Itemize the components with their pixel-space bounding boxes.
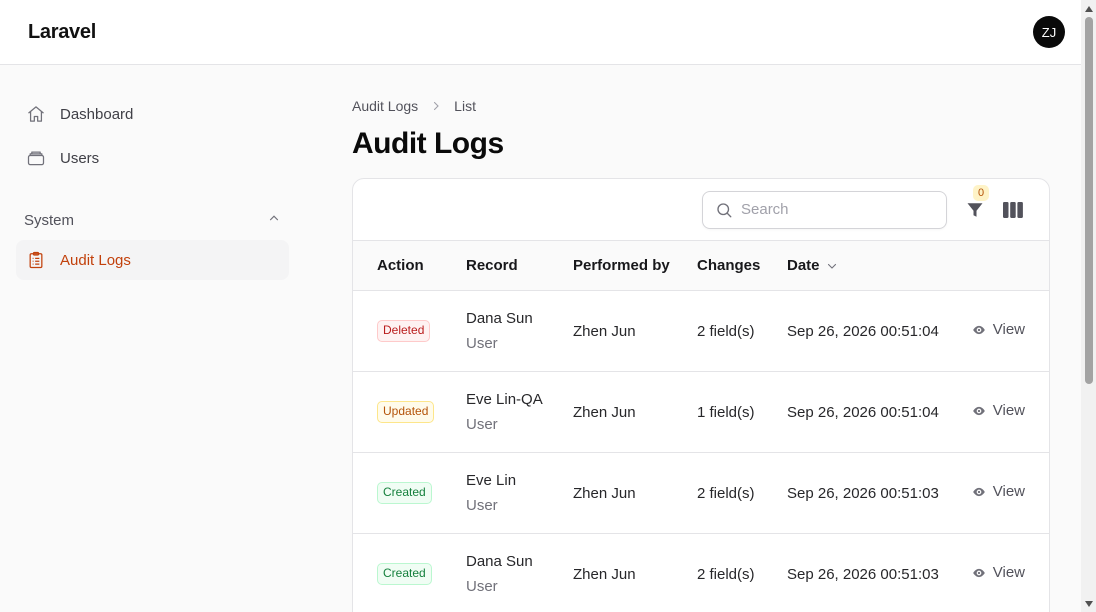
- breadcrumb: Audit Logs List: [352, 96, 1050, 116]
- breadcrumb-list: List: [454, 98, 476, 114]
- column-header-date[interactable]: Date: [787, 241, 967, 291]
- log-date: Sep 26, 2026 00:51:04: [787, 322, 939, 340]
- column-header-actions: [967, 241, 1049, 291]
- table-toolbar: 0: [353, 179, 1049, 240]
- filter-count-badge: 0: [973, 184, 989, 201]
- filter-button[interactable]: 0: [963, 184, 989, 222]
- chevron-up-icon[interactable]: [267, 211, 281, 229]
- view-label: View: [992, 564, 1025, 582]
- sidebar-item-dashboard[interactable]: Dashboard: [16, 94, 289, 134]
- sidebar-item-label: Users: [60, 149, 100, 167]
- column-header-date-label: Date: [787, 257, 820, 274]
- sidebar: Dashboard Users System Audit Logs: [16, 94, 289, 284]
- sort-chevron-down-icon: [827, 263, 836, 269]
- view-label: View: [992, 321, 1025, 339]
- view-button[interactable]: View: [972, 402, 1025, 419]
- action-badge-deleted: Deleted: [377, 320, 431, 342]
- changes-count: 2 field(s): [697, 484, 755, 502]
- table-row: Updated Eve Lin-QA User Zhen Jun 1 field(…: [353, 372, 1049, 453]
- sidebar-group-system[interactable]: System: [16, 200, 289, 240]
- view-label: View: [992, 483, 1025, 501]
- main-content: Audit Logs List Audit Logs 0: [352, 96, 1050, 612]
- performed-by: Zhen Jun: [573, 565, 636, 583]
- record-type: User: [466, 497, 498, 514]
- clipboard-icon: [26, 250, 46, 270]
- eye-icon: [972, 568, 985, 577]
- eye-icon: [972, 406, 985, 415]
- column-header-record: Record: [466, 257, 518, 274]
- columns-toggle-button[interactable]: [1001, 198, 1025, 222]
- scroll-down-arrow-icon[interactable]: [1084, 599, 1093, 608]
- record-name: Dana Sun: [466, 310, 533, 327]
- eye-icon: [972, 487, 985, 496]
- view-button[interactable]: View: [972, 483, 1025, 500]
- table-header-row: Action Record Performed by Changes Date: [353, 240, 1049, 291]
- log-date: Sep 26, 2026 00:51:04: [787, 403, 939, 421]
- brand-logo[interactable]: Laravel: [28, 21, 96, 44]
- search-icon: [715, 201, 733, 219]
- search-input[interactable]: [741, 201, 931, 218]
- scroll-up-arrow-icon[interactable]: [1084, 4, 1093, 13]
- record-type: User: [466, 335, 498, 352]
- sidebar-item-users[interactable]: Users: [16, 138, 289, 178]
- sidebar-item-label: Audit Logs: [60, 251, 131, 269]
- chevron-right-icon: [430, 100, 442, 112]
- sidebar-item-label: Dashboard: [60, 105, 134, 123]
- view-button[interactable]: View: [972, 564, 1025, 581]
- log-date: Sep 26, 2026 00:51:03: [787, 484, 939, 502]
- column-header-changes: Changes: [697, 257, 761, 274]
- sidebar-group-label: System: [24, 211, 75, 229]
- scrollbar-thumb[interactable]: [1085, 17, 1093, 384]
- home-icon: [26, 104, 46, 124]
- changes-count: 1 field(s): [697, 403, 755, 421]
- page-title: Audit Logs: [352, 127, 504, 160]
- record-name: Dana Sun: [466, 553, 533, 570]
- audit-logs-table-card: 0 Action Record Performed by Changes Dat…: [352, 178, 1050, 612]
- performed-by: Zhen Jun: [573, 322, 636, 340]
- user-avatar[interactable]: ZJ: [1033, 16, 1065, 48]
- record-name: Eve Lin: [466, 472, 517, 489]
- page-scrollbar[interactable]: [1081, 0, 1096, 612]
- view-label: View: [992, 402, 1025, 420]
- action-badge-created: Created: [377, 482, 432, 504]
- view-button[interactable]: View: [972, 321, 1025, 338]
- table-row: Created Eve Lin User Zhen Jun 2 field(s) …: [353, 453, 1049, 534]
- changes-count: 2 field(s): [697, 322, 755, 340]
- columns-icon: [1003, 201, 1023, 218]
- eye-icon: [972, 325, 985, 334]
- record-type: User: [466, 416, 498, 433]
- log-date: Sep 26, 2026 00:51:03: [787, 565, 939, 583]
- sidebar-item-audit-logs[interactable]: Audit Logs: [16, 240, 289, 280]
- action-badge-updated: Updated: [377, 401, 435, 423]
- column-header-performed-by: Performed by: [573, 257, 670, 274]
- record-type: User: [466, 578, 498, 595]
- audit-logs-table: Action Record Performed by Changes Date: [353, 240, 1049, 612]
- table-row: Deleted Dana Sun User Zhen Jun 2 field(s)…: [353, 291, 1049, 372]
- filter-icon: [967, 202, 983, 217]
- search-box[interactable]: [702, 190, 947, 229]
- column-header-action: Action: [377, 257, 424, 274]
- breadcrumb-audit-logs[interactable]: Audit Logs: [352, 98, 418, 114]
- changes-count: 2 field(s): [697, 565, 755, 583]
- action-badge-created: Created: [377, 563, 432, 585]
- stack-icon: [26, 148, 46, 168]
- record-name: Eve Lin-QA: [466, 391, 543, 408]
- performed-by: Zhen Jun: [573, 484, 636, 502]
- performed-by: Zhen Jun: [573, 403, 636, 421]
- table-row: Created Dana Sun User Zhen Jun 2 field(s)…: [353, 534, 1049, 612]
- top-bar: Laravel ZJ: [0, 0, 1081, 65]
